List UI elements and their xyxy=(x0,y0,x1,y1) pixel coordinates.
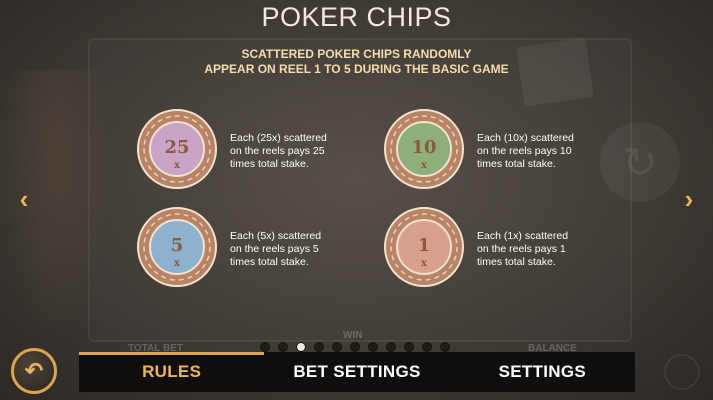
chip-multiplier-glyph: x xyxy=(174,258,181,269)
tab-settings[interactable]: SETTINGS xyxy=(450,352,635,392)
chip-5-desc-line-2: on the reels pays 5 xyxy=(230,243,319,255)
page-dot[interactable] xyxy=(278,342,288,352)
page-title: POKER CHIPS xyxy=(261,2,452,32)
chip-25-desc-line-3: times total stake. xyxy=(230,158,309,170)
chip-multiplier-glyph: x xyxy=(421,160,428,171)
subtitle-line-1: SCATTERED POKER CHIPS RANDOMLY xyxy=(241,47,472,61)
chip-1-desc-line-3: times total stake. xyxy=(477,256,556,268)
chip-5-desc-line-3: times total stake. xyxy=(230,256,309,268)
chip-value-label: 1 xyxy=(418,235,431,256)
chip-multiplier-glyph: x xyxy=(421,258,428,269)
page-dot[interactable] xyxy=(350,342,360,352)
poker-chip-25-icon: 25 x xyxy=(137,109,217,189)
background-corner-button xyxy=(664,354,700,390)
page-dot[interactable] xyxy=(386,342,396,352)
chip-10-desc-line-3: times total stake. xyxy=(477,158,556,170)
back-button[interactable]: ↶ xyxy=(11,348,57,394)
subtitle-line-2: APPEAR ON REEL 1 TO 5 DURING THE BASIC G… xyxy=(204,62,509,76)
chip-value-label: 10 xyxy=(411,137,436,158)
chip-1-desc-line-1: Each (1x) scattered xyxy=(477,230,569,242)
page-dot[interactable] xyxy=(422,342,432,352)
page-dot[interactable] xyxy=(332,342,342,352)
chip-25-desc-line-2: on the reels pays 25 xyxy=(230,145,325,157)
bottom-tab-bar: RULES BET SETTINGS SETTINGS xyxy=(79,352,635,392)
chip-1-description: Each (1x) scattered on the reels pays 1 … xyxy=(477,230,607,269)
next-page-arrow-icon[interactable]: › xyxy=(678,186,700,212)
page-dot[interactable] xyxy=(440,342,450,352)
background-spin-arrow-icon: ↻ xyxy=(622,139,658,186)
background-win-label: WIN xyxy=(343,330,363,341)
page-dot[interactable] xyxy=(296,342,306,352)
page-dot[interactable] xyxy=(368,342,378,352)
chip-5-desc-line-1: Each (5x) scattered xyxy=(230,230,322,242)
chip-value-label: 5 xyxy=(171,235,184,256)
page-dot[interactable] xyxy=(260,342,270,352)
page-dot[interactable] xyxy=(314,342,324,352)
chip-1-desc-line-2: on the reels pays 1 xyxy=(477,243,566,255)
page-dot[interactable] xyxy=(404,342,414,352)
previous-page-arrow-icon[interactable]: ‹ xyxy=(13,186,35,212)
chip-25-description: Each (25x) scattered on the reels pays 2… xyxy=(230,132,360,171)
page-indicator xyxy=(260,342,450,352)
chip-25-desc-line-1: Each (25x) scattered xyxy=(230,132,327,144)
tab-rules[interactable]: RULES xyxy=(79,352,265,392)
chip-10-desc-line-1: Each (10x) scattered xyxy=(477,132,574,144)
chip-10-desc-line-2: on the reels pays 10 xyxy=(477,145,572,157)
poker-chip-10-icon: 10 x xyxy=(384,109,464,189)
poker-chip-1-icon: 1 x xyxy=(384,207,464,287)
chip-multiplier-glyph: x xyxy=(174,160,181,171)
poker-chip-5-icon: 5 x xyxy=(137,207,217,287)
page-subtitle: SCATTERED POKER CHIPS RANDOMLY APPEAR ON… xyxy=(0,47,713,77)
chip-5-description: Each (5x) scattered on the reels pays 5 … xyxy=(230,230,360,269)
chip-value-label: 25 xyxy=(164,137,189,158)
tab-bet-settings[interactable]: BET SETTINGS xyxy=(264,352,449,392)
chip-10-description: Each (10x) scattered on the reels pays 1… xyxy=(477,132,607,171)
